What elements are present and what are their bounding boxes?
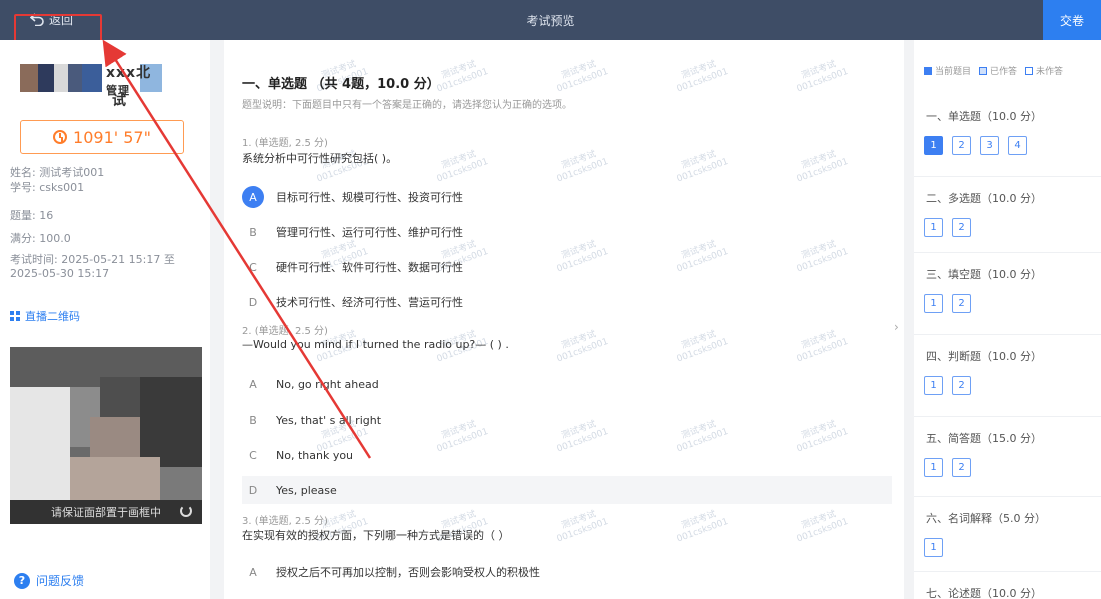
option-c[interactable]: C No, thank you — [242, 441, 892, 469]
question-number-row: 12 — [924, 294, 971, 313]
question-number-button[interactable]: 2 — [952, 136, 971, 155]
category-divider — [914, 334, 1101, 335]
question-number-button[interactable]: 1 — [924, 376, 943, 395]
answer-sheet-panel: 当前题目 已作答 未作答 一、单选题（10.0 分） 1 2 3 4 二、多选题（10.0… — [914, 40, 1101, 599]
watermark: 测试考试 001csks001 — [675, 329, 730, 365]
exam-info-panel: xxx北 管理 试 1091' 57" 姓名: 测试考试001 学号: csks0… — [0, 40, 210, 599]
question-number-button[interactable]: 1 — [924, 218, 943, 237]
option-a[interactable]: A 目标可行性、规模可行性、投资可行性 — [242, 183, 892, 211]
timer-value: 1091' 57" — [73, 127, 151, 147]
question-number-row: 12 — [924, 458, 971, 477]
exam-time-start: 考试时间: 2025-05-21 15:17 至 — [10, 253, 175, 266]
category-divider — [914, 571, 1101, 572]
category-divider — [914, 176, 1101, 177]
back-arrow-icon — [30, 13, 44, 26]
section-description: 题型说明：下面题目中只有一个答案是正确的，请选择您认为正确的选项。 — [242, 100, 572, 111]
category-label: 三、填空题（10.0 分） — [926, 268, 1042, 281]
watermark: 测试考试 001csks001 — [795, 329, 850, 365]
camera-preview: 请保证面部置于画框中 — [10, 347, 202, 524]
clock-icon — [53, 130, 68, 144]
question-text: 系统分析中可行性研究包括( )。 — [242, 152, 398, 165]
option-a[interactable]: A 授权之后不可再加以控制，否则会影响受权人的积极性 — [242, 558, 892, 586]
question-number-button[interactable]: 1 — [924, 458, 943, 477]
question-number-button[interactable]: 2 — [952, 458, 971, 477]
legend-undone: 未作答 — [1025, 64, 1063, 77]
category-label: 五、简答题（15.0 分） — [926, 432, 1042, 445]
question-number-button[interactable]: 1 — [924, 136, 943, 155]
question-number-button[interactable]: 3 — [980, 136, 999, 155]
question-count: 题量: 16 — [10, 209, 54, 222]
watermark: 测试考试 001csks001 — [435, 59, 490, 95]
section-title: 一、单选题 （共 4题，10.0 分） — [242, 77, 440, 92]
exam-time-end: 2025-05-30 15:17 — [10, 267, 110, 280]
question-number-button[interactable]: 1 — [924, 538, 943, 557]
submit-exam-button[interactable]: 交卷 — [1043, 0, 1101, 40]
question-number-row: 1234 — [924, 136, 1027, 155]
answer-legend: 当前题目 已作答 未作答 — [924, 64, 1063, 77]
feedback-label: 问题反馈 — [36, 574, 85, 588]
question-meta: 3. (单选题, 2.5 分) — [242, 516, 328, 527]
page-title: 考试预览 — [526, 14, 575, 28]
question-text: 在实现有效的授权方面，下列哪一种方式是错误的（ ） — [242, 529, 510, 542]
watermark: 测试考试 001csks001 — [435, 149, 490, 185]
option-d[interactable]: D Yes, please — [242, 476, 892, 504]
watermark: 测试考试 001csks001 — [795, 59, 850, 95]
question-number-row: 12 — [924, 218, 971, 237]
watermark: 测试考试 001csks001 — [675, 509, 730, 545]
legend-done: 已作答 — [979, 64, 1017, 77]
category-divider — [914, 416, 1101, 417]
question-number-row: 12 — [924, 376, 971, 395]
full-score: 满分: 100.0 — [10, 232, 71, 245]
qr-code-icon — [10, 311, 20, 321]
question-number-button[interactable]: 2 — [952, 376, 971, 395]
exam-title-suffix: 试 — [112, 93, 126, 109]
watermark: 测试考试 001csks001 — [555, 149, 610, 185]
watermark: 测试考试 001csks001 — [555, 509, 610, 545]
category-label: 二、多选题（10.0 分） — [926, 192, 1042, 205]
category-divider — [914, 496, 1101, 497]
question-meta: 1. (单选题, 2.5 分) — [242, 138, 328, 149]
option-a[interactable]: A No, go right ahead — [242, 370, 892, 398]
question-number-button[interactable]: 2 — [952, 294, 971, 313]
camera-hint: 请保证面部置于画框中 — [51, 506, 161, 519]
top-bar: 返回 考试预览 交卷 — [0, 0, 1101, 40]
school-logo: xxx北 管理 试 — [20, 60, 190, 114]
category-divider — [914, 252, 1101, 253]
question-number-button[interactable]: 2 — [952, 218, 971, 237]
student-id: 学号: csks001 — [10, 181, 85, 194]
question-number-button[interactable]: 1 — [924, 294, 943, 313]
watermark: 测试考试 001csks001 — [675, 149, 730, 185]
watermark: 测试考试 001csks001 — [675, 59, 730, 95]
watermark: 测试考试 001csks001 — [795, 149, 850, 185]
back-label: 返回 — [49, 13, 74, 27]
option-d[interactable]: D 技术可行性、经济可行性、营运可行性 — [242, 288, 892, 316]
live-qr-code-link[interactable]: 直播二维码 — [10, 308, 80, 324]
category-label: 六、名词解释（5.0 分） — [926, 512, 1046, 525]
option-c[interactable]: C 硬件可行性、软件可行性、数据可行性 — [242, 253, 892, 281]
legend-current: 当前题目 — [924, 64, 971, 77]
camera-hint-bar: 请保证面部置于画框中 — [10, 500, 202, 524]
question-number-row: 1 — [924, 538, 943, 557]
question-number-button[interactable]: 4 — [1008, 136, 1027, 155]
watermark: 测试考试 001csks001 — [795, 509, 850, 545]
question-meta: 2. (单选题, 2.5 分) — [242, 326, 328, 337]
question-text: —Would you mind if I turned the radio up… — [242, 338, 509, 351]
feedback-button[interactable]: ? 问题反馈 — [14, 572, 84, 589]
refresh-icon[interactable] — [180, 505, 192, 517]
category-label: 四、判断题（10.0 分） — [926, 350, 1042, 363]
option-b[interactable]: B Yes, that' s all right — [242, 406, 892, 434]
watermark: 测试考试 001csks001 — [555, 59, 610, 95]
countdown-timer: 1091' 57" — [20, 120, 184, 154]
category-label: 七、论述题（10.0 分） — [926, 587, 1042, 599]
student-name: 姓名: 测试考试001 — [10, 166, 105, 179]
qr-link-label: 直播二维码 — [25, 310, 80, 323]
category-label: 一、单选题（10.0 分） — [926, 110, 1042, 123]
help-icon: ? — [14, 572, 30, 589]
chevron-right-icon[interactable]: › — [894, 320, 904, 342]
option-b[interactable]: B 管理可行性、运行可行性、维护可行性 — [242, 218, 892, 246]
question-area: 测试考试 001csks001 测试考试 001csks001 测试考试 001csks0… — [224, 40, 904, 599]
watermark: 测试考试 001csks001 — [555, 329, 610, 365]
back-button[interactable]: 返回 — [30, 11, 73, 28]
